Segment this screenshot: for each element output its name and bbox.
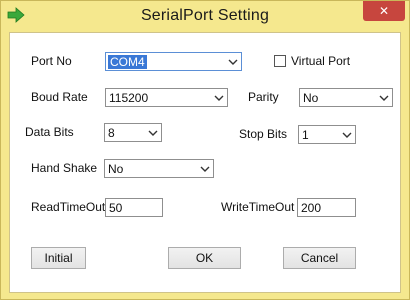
chevron-down-icon [214,95,224,101]
chevron-down-icon [228,59,238,65]
write-timeout-input[interactable]: 200 [297,198,356,217]
read-timeout-value: 50 [109,201,123,215]
ok-button[interactable]: OK [168,247,241,269]
write-timeout-value: 200 [301,201,322,215]
serialport-dialog: SerialPort Setting ✕ Port No COM4 Virtua… [0,0,410,300]
data-bits-value: 8 [108,126,115,140]
chevron-down-icon [379,95,389,101]
port-no-label: Port No [31,54,72,68]
baud-rate-select[interactable]: 115200 [105,88,228,107]
hand-shake-label: Hand Shake [31,161,98,175]
chevron-down-icon [148,130,158,136]
read-timeout-input[interactable]: 50 [105,198,163,217]
hand-shake-value: No [108,162,124,176]
baud-rate-value: 115200 [109,91,149,105]
stop-bits-select[interactable]: 1 [298,125,356,144]
baud-rate-label: Boud Rate [31,90,88,104]
data-bits-label: Data Bits [25,125,74,139]
virtual-port-label: Virtual Port [291,54,351,68]
close-icon: ✕ [378,4,390,18]
port-no-value: COM4 [108,55,147,69]
initial-button[interactable]: Initial [31,247,86,269]
window-title: SerialPort Setting [140,7,270,24]
read-timeout-label: ReadTimeOut [31,200,106,214]
chevron-down-icon [342,132,352,138]
hand-shake-select[interactable]: No [104,159,214,178]
data-bits-select[interactable]: 8 [104,123,162,142]
stop-bits-value: 1 [302,128,309,142]
virtual-port-checkbox[interactable] [274,55,286,67]
parity-select[interactable]: No [299,88,393,107]
title-bar[interactable]: SerialPort Setting ✕ [1,1,409,32]
write-timeout-label: WriteTimeOut [221,200,295,214]
stop-bits-label: Stop Bits [239,127,288,141]
dialog-client-area: Port No COM4 Virtual Port Boud Rate 1152… [9,32,401,293]
close-button[interactable]: ✕ [363,1,405,21]
chevron-down-icon [200,166,210,172]
parity-label: Parity [248,90,279,104]
port-no-select[interactable]: COM4 [105,52,242,71]
parity-value: No [303,91,319,105]
cancel-button[interactable]: Cancel [283,247,356,269]
